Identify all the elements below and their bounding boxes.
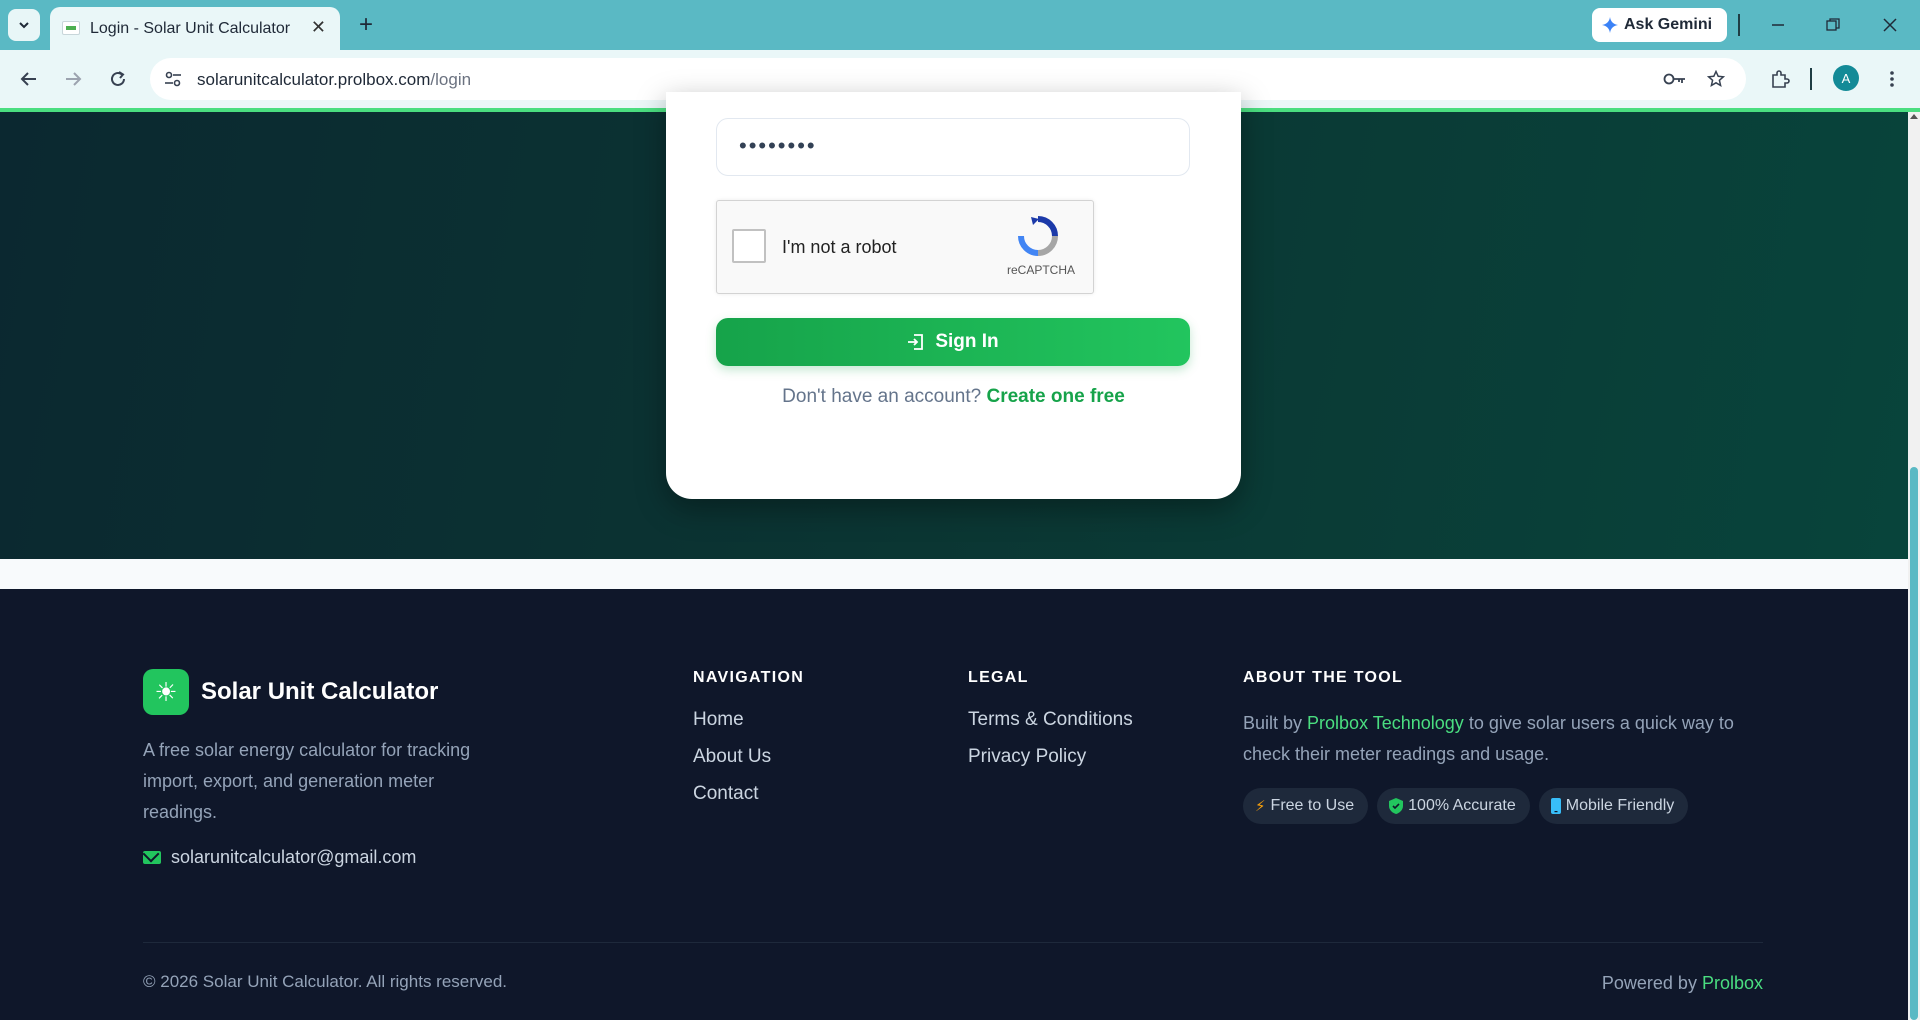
copyright-text: © 2026 Solar Unit Calculator. All rights… (143, 972, 508, 991)
minimize-icon (1772, 24, 1784, 26)
login-card: •••••••• I'm not a robot reCAPTCHA Sign … (666, 92, 1241, 499)
badge-free-label: Free to Use (1270, 797, 1355, 814)
password-key-icon[interactable] (1662, 67, 1688, 91)
browser-tab-bar: Login - Solar Unit Calculator ✕ + Ask Ge… (0, 0, 1920, 50)
about-heading: ABOUT THE TOOL (1243, 669, 1404, 686)
page-scrollbar[interactable] (1908, 112, 1920, 1020)
footer-divider (143, 942, 1763, 943)
reload-button[interactable] (101, 62, 135, 96)
about-text-start: Built by (1243, 713, 1308, 733)
new-tab-button[interactable]: + (350, 9, 382, 41)
toolbar-divider-2 (1810, 68, 1812, 90)
footer-link-contact[interactable]: Contact (693, 783, 758, 805)
bookmark-star-icon[interactable] (1703, 67, 1729, 91)
sign-in-label: Sign In (935, 331, 999, 352)
url-text: solarunitcalculator.prolbox.com/login (197, 70, 471, 90)
navigation-heading: NAVIGATION (693, 669, 805, 686)
scroll-up-arrow-icon[interactable] (1910, 114, 1918, 119)
badge-accurate-label: 100% Accurate (1408, 797, 1516, 814)
sign-in-icon (908, 334, 924, 350)
badge-accurate: 100% Accurate (1377, 788, 1530, 824)
close-icon (1883, 18, 1897, 32)
toolbar-divider (1738, 14, 1740, 36)
url-path: /login (430, 70, 472, 89)
restore-icon (1826, 18, 1840, 31)
site-footer: ☀ Solar Unit Calculator A free solar ene… (0, 589, 1908, 1020)
footer-brand[interactable]: ☀ Solar Unit Calculator (143, 669, 438, 715)
site-favicon-icon (62, 21, 80, 35)
password-field[interactable]: •••••••• (716, 118, 1190, 176)
shield-icon (1389, 798, 1404, 814)
tab-title: Login - Solar Unit Calculator (90, 20, 291, 37)
footer-link-privacy[interactable]: Privacy Policy (968, 746, 1086, 768)
browser-menu-button[interactable] (1875, 62, 1909, 96)
sign-in-button[interactable]: Sign In (716, 318, 1190, 366)
profile-avatar[interactable]: A (1833, 65, 1859, 91)
recaptcha-logo-icon (1018, 216, 1058, 256)
close-window-button[interactable] (1870, 9, 1910, 41)
envelope-icon (143, 851, 161, 864)
url-host: solarunitcalculator.prolbox.com (197, 70, 431, 89)
footer-description: A free solar energy calculator for track… (143, 740, 471, 822)
powered-by-text: Powered by (1601, 973, 1697, 993)
tab-close-icon[interactable]: ✕ (311, 17, 326, 38)
puzzle-icon (1772, 70, 1790, 88)
site-info-icon[interactable] (160, 67, 186, 91)
restore-button[interactable] (1813, 9, 1853, 41)
recaptcha-checkbox[interactable] (732, 229, 766, 263)
recaptcha-widget: I'm not a robot reCAPTCHA (716, 200, 1094, 294)
prolbox-technology-link[interactable]: Prolbox Technology (1307, 713, 1464, 733)
extensions-button[interactable] (1763, 62, 1797, 96)
forward-button[interactable] (56, 62, 90, 96)
arrow-right-icon (66, 72, 82, 86)
signup-prompt-text: Don't have an account? (782, 386, 982, 407)
footer-email-address: solarunitcalculator@gmail.com (171, 847, 417, 867)
back-button[interactable] (12, 62, 46, 96)
chevron-down-icon (19, 22, 29, 29)
minimize-button[interactable] (1758, 9, 1798, 41)
bolt-icon: ⚡ (1255, 798, 1266, 815)
legal-heading: LEGAL (968, 669, 1029, 686)
arrow-left-icon (20, 72, 36, 86)
reload-icon (111, 71, 125, 86)
gemini-sparkle-icon (1602, 17, 1618, 33)
ask-gemini-button[interactable]: Ask Gemini (1592, 8, 1727, 42)
powered-by-link[interactable]: Prolbox (1702, 973, 1763, 993)
recaptcha-brand: reCAPTCHA (1007, 263, 1076, 277)
powered-by: Powered by Prolbox (1602, 973, 1763, 994)
footer-link-about[interactable]: About Us (693, 746, 771, 768)
badge-free: ⚡ Free to Use (1243, 788, 1369, 824)
login-hero-section: •••••••• I'm not a robot reCAPTCHA Sign … (0, 92, 1908, 559)
section-divider (0, 559, 1908, 589)
scrollbar-thumb[interactable] (1910, 467, 1918, 1020)
sun-logo-icon: ☀ (143, 669, 189, 715)
tab-search-button[interactable] (8, 9, 40, 41)
feature-badges: ⚡ Free to Use 100% Accurate Mobile Frien… (1243, 788, 1689, 824)
about-text: Built by Prolbox Technology to give sola… (1243, 708, 1773, 770)
signup-prompt: Don't have an account? Create one free (666, 386, 1241, 408)
footer-email[interactable]: solarunitcalculator@gmail.com (143, 847, 416, 868)
footer-brand-name: Solar Unit Calculator (201, 678, 439, 705)
recaptcha-label: I'm not a robot (782, 237, 897, 257)
mobile-icon (1550, 798, 1561, 814)
badge-mobile-label: Mobile Friendly (1565, 797, 1675, 814)
active-tab[interactable]: Login - Solar Unit Calculator ✕ (50, 7, 340, 50)
ask-gemini-label: Ask Gemini (1624, 16, 1713, 33)
footer-link-terms[interactable]: Terms & Conditions (968, 709, 1133, 731)
create-account-link[interactable]: Create one free (986, 386, 1124, 407)
footer-link-home[interactable]: Home (693, 709, 744, 731)
badge-mobile: Mobile Friendly (1538, 788, 1689, 824)
kebab-menu-icon (1890, 71, 1894, 87)
